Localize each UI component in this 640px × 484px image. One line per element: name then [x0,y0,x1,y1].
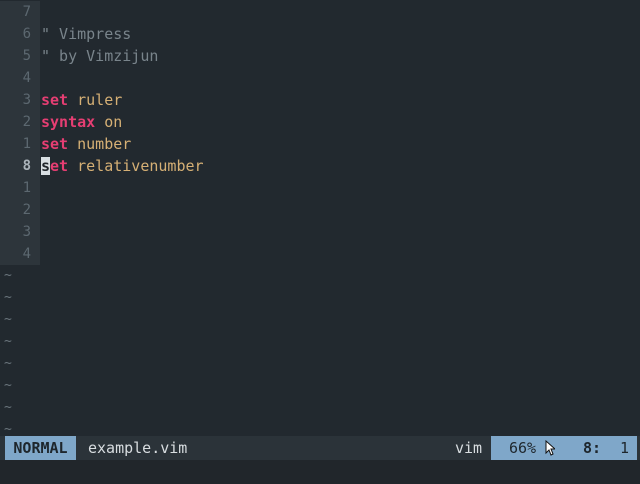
empty-line-marker: ~ [4,268,12,283]
empty-line-marker: ~ [4,378,12,393]
line-number: 3 [0,221,40,243]
empty-line-marker: ~ [4,356,12,371]
filetype: vim [455,439,483,457]
line-number: 5 [0,45,40,67]
mouse-cursor-icon [545,440,555,456]
code-line[interactable]: " by Vimzijun [41,45,158,67]
line-number: 1 [0,133,40,155]
mode-indicator: NORMAL [5,436,76,460]
code-token: on [95,113,123,131]
line-number: 8 [0,155,40,177]
line-number: 2 [0,111,40,133]
cursor-column: 1 [620,439,630,457]
scroll-percent: 66% [509,439,537,457]
cursor-row: 8: [583,439,602,457]
code-token: et [50,157,69,175]
line-number: 1 [0,177,40,199]
editor-buffer[interactable]: 7 6 " Vimpress 5 " by Vimzijun 4 3 set ruler 2 sy… [0,0,640,437]
code-token: set [41,91,69,109]
line-number: 4 [0,67,40,89]
line-number: 2 [0,199,40,221]
empty-line-marker: ~ [4,400,12,415]
line-number: 7 [0,1,40,23]
cursor: s [41,157,51,175]
cursor-position-section: 66% 8: 1 [491,436,637,460]
line-number: 3 [0,89,40,111]
code-token: relativenumber [68,157,204,175]
empty-line-marker: ~ [4,334,12,349]
statusline: NORMAL example.vim vim 66% 8: 1 [0,436,640,460]
code-line[interactable]: syntax on [41,111,122,133]
code-token: number [68,135,132,153]
code-token: ruler [68,91,123,109]
code-line[interactable]: " Vimpress [41,23,131,45]
code-token: " Vimpress [41,25,132,43]
code-line-current[interactable]: set relativenumber [41,155,204,177]
empty-line-marker: ~ [4,312,12,327]
line-number: 4 [0,243,40,265]
command-line[interactable] [0,460,640,484]
code-token: " by Vimzijun [41,47,159,65]
filename: example.vim [88,439,188,457]
empty-line-marker: ~ [4,290,12,305]
code-line[interactable]: set ruler [41,89,122,111]
code-line[interactable]: set number [41,133,131,155]
line-number: 6 [0,23,40,45]
code-token: set [41,135,69,153]
code-token: syntax [41,113,96,131]
